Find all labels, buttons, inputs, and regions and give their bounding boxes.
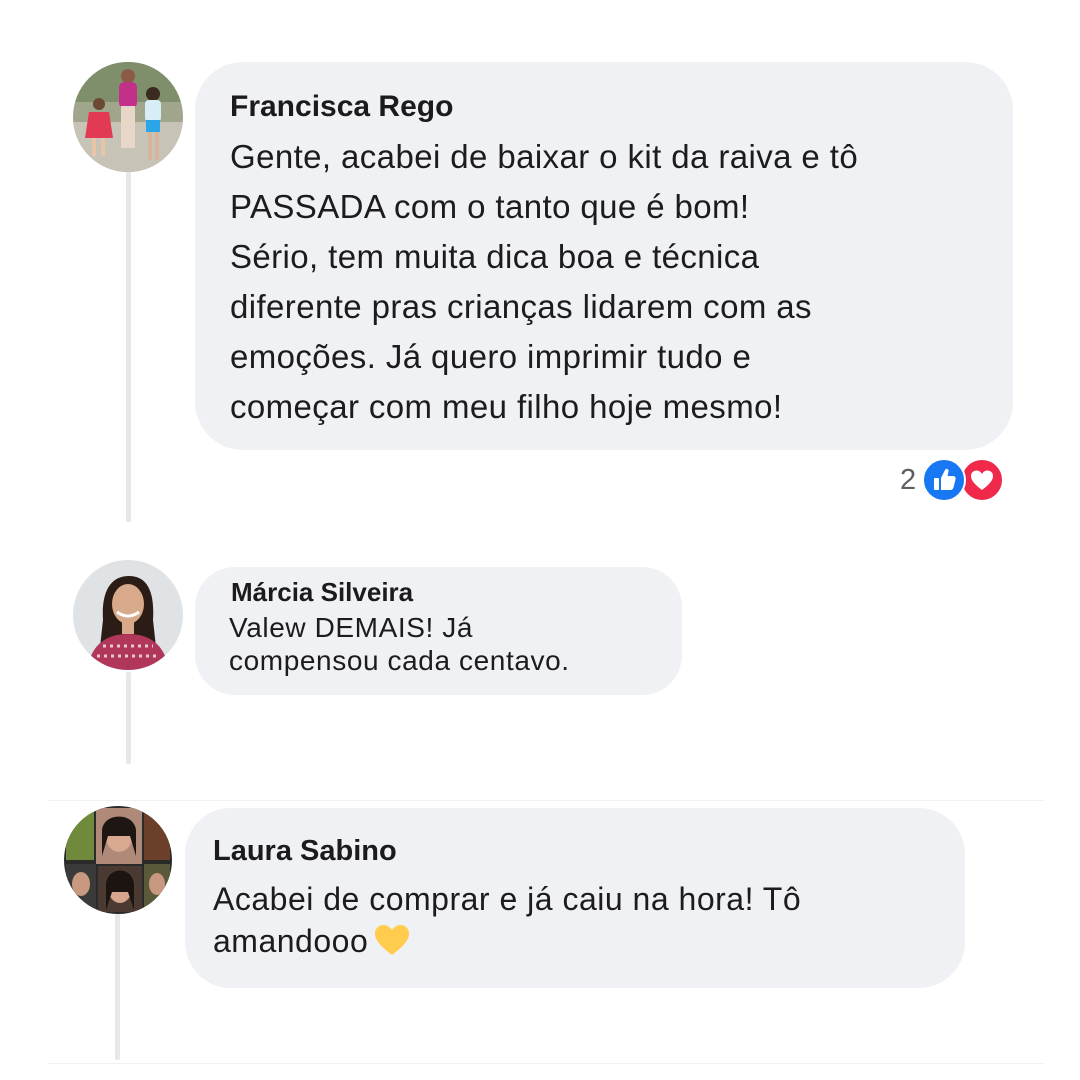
- comment-author[interactable]: Laura Sabino: [213, 835, 397, 868]
- comment-text: Acabei de comprar e já caiu na hora! Tô …: [213, 878, 801, 962]
- avatar[interactable]: [73, 560, 183, 670]
- thread-line: [126, 672, 131, 764]
- thread-line: [126, 170, 131, 522]
- comment-author[interactable]: Márcia Silveira: [231, 577, 413, 608]
- reaction-summary[interactable]: 2: [900, 458, 1005, 502]
- comment-bubble: Francisca Rego Gente, acabei de baixar o…: [195, 62, 1013, 450]
- reaction-count: 2: [900, 463, 917, 496]
- avatar[interactable]: [64, 806, 172, 914]
- like-icon: [922, 458, 967, 502]
- comment-text: Valew DEMAIS! Já compensou cada centavo.: [229, 612, 570, 676]
- comment-bubble: Márcia Silveira Valew DEMAIS! Já compens…: [195, 567, 682, 695]
- comment-bubble: Laura Sabino Acabei de comprar e já caiu…: [185, 808, 965, 988]
- yellow-heart-icon: [375, 925, 410, 955]
- thread-line: [115, 912, 120, 1060]
- comment-author[interactable]: Francisca Rego: [230, 90, 453, 124]
- comment-text: Gente, acabei de baixar o kit da raiva e…: [230, 138, 859, 425]
- love-icon: [960, 458, 1005, 502]
- comment-text-content: Acabei de comprar e já caiu na hora! Tô …: [213, 881, 802, 959]
- avatar[interactable]: [73, 62, 183, 172]
